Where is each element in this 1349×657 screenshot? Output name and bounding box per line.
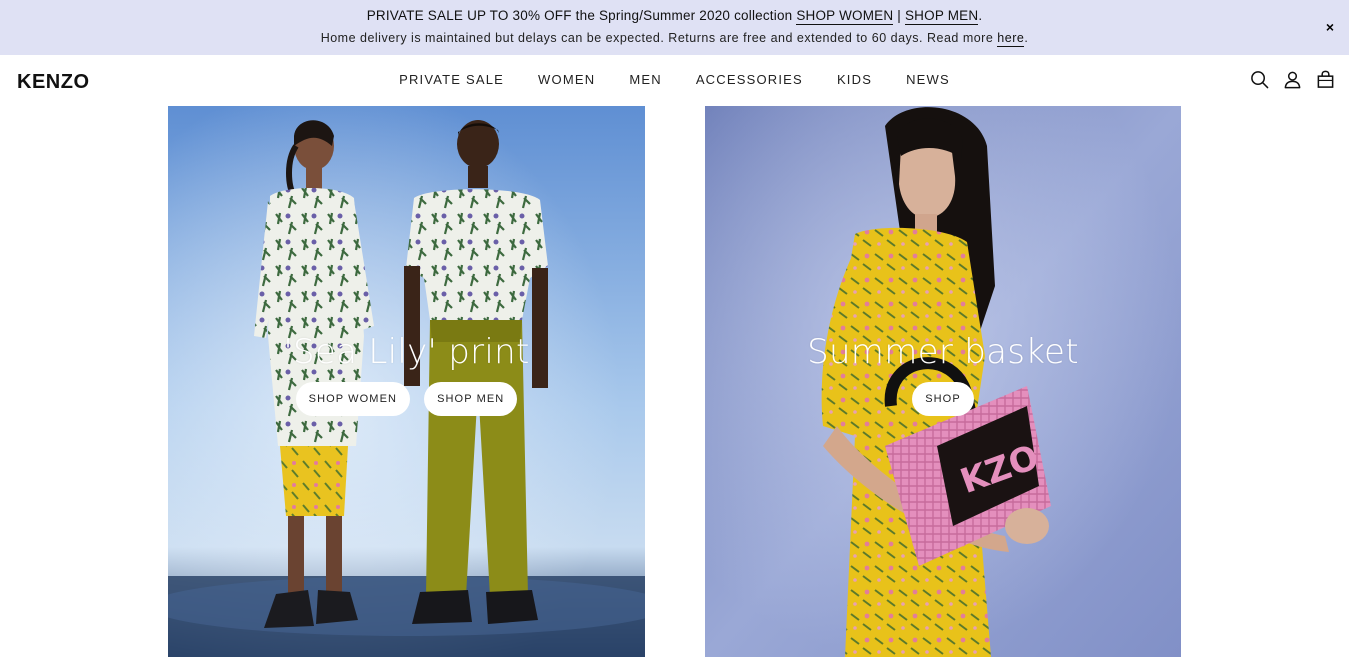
promo-subline-period: . — [1024, 31, 1029, 45]
bag-icon[interactable] — [1316, 70, 1335, 89]
main-nav: PRIVATE SALE WOMEN MEN ACCESSORIES KIDS … — [0, 72, 1349, 87]
account-icon[interactable] — [1283, 70, 1302, 89]
nav-accessories[interactable]: ACCESSORIES — [696, 72, 803, 87]
promo-shop-men-link[interactable]: SHOP MEN — [904, 8, 979, 25]
shop-women-button[interactable]: SHOP WOMEN — [295, 382, 411, 416]
promo-separator: | — [897, 8, 902, 23]
nav-women[interactable]: WOMEN — [538, 72, 595, 87]
nav-men[interactable]: MEN — [629, 72, 662, 87]
nav-news[interactable]: NEWS — [906, 72, 950, 87]
nav-kids[interactable]: KIDS — [837, 72, 872, 87]
tile-buttons-summer-basket: SHOP — [705, 382, 1181, 416]
search-icon[interactable] — [1250, 70, 1269, 89]
promo-banner: PRIVATE SALE UP TO 30% OFF the Spring/Su… — [0, 0, 1349, 55]
shop-men-button[interactable]: SHOP MEN — [424, 382, 518, 416]
hero-tile-summer-basket[interactable]: KZO Summer basket SHOP — [705, 106, 1181, 657]
close-icon[interactable]: × — [1321, 18, 1339, 36]
shop-button[interactable]: SHOP — [912, 382, 974, 416]
promo-period: . — [978, 8, 983, 23]
promo-headline: PRIVATE SALE UP TO 30% OFF the Spring/Su… — [0, 8, 1349, 25]
promo-read-more-link[interactable]: here — [997, 31, 1025, 47]
tile-title-summer-basket: Summer basket — [807, 332, 1079, 372]
site-header: KENZO PRIVATE SALE WOMEN MEN ACCESSORIES… — [0, 55, 1349, 106]
header-icons — [1250, 70, 1335, 89]
nav-private-sale[interactable]: PRIVATE SALE — [399, 72, 504, 87]
promo-subline-text: Home delivery is maintained but delays c… — [320, 31, 994, 45]
tile-buttons-sea-lily: SHOP WOMEN SHOP MEN — [168, 382, 645, 416]
promo-shop-women-link[interactable]: SHOP WOMEN — [796, 8, 894, 25]
promo-subline: Home delivery is maintained but delays c… — [0, 31, 1349, 47]
promo-headline-text: PRIVATE SALE UP TO 30% OFF the Spring/Su… — [366, 8, 793, 23]
tile-title-sea-lily: 'Sea Lily' print — [283, 332, 530, 372]
hero-tile-sea-lily[interactable]: 'Sea Lily' print SHOP WOMEN SHOP MEN — [168, 106, 645, 657]
